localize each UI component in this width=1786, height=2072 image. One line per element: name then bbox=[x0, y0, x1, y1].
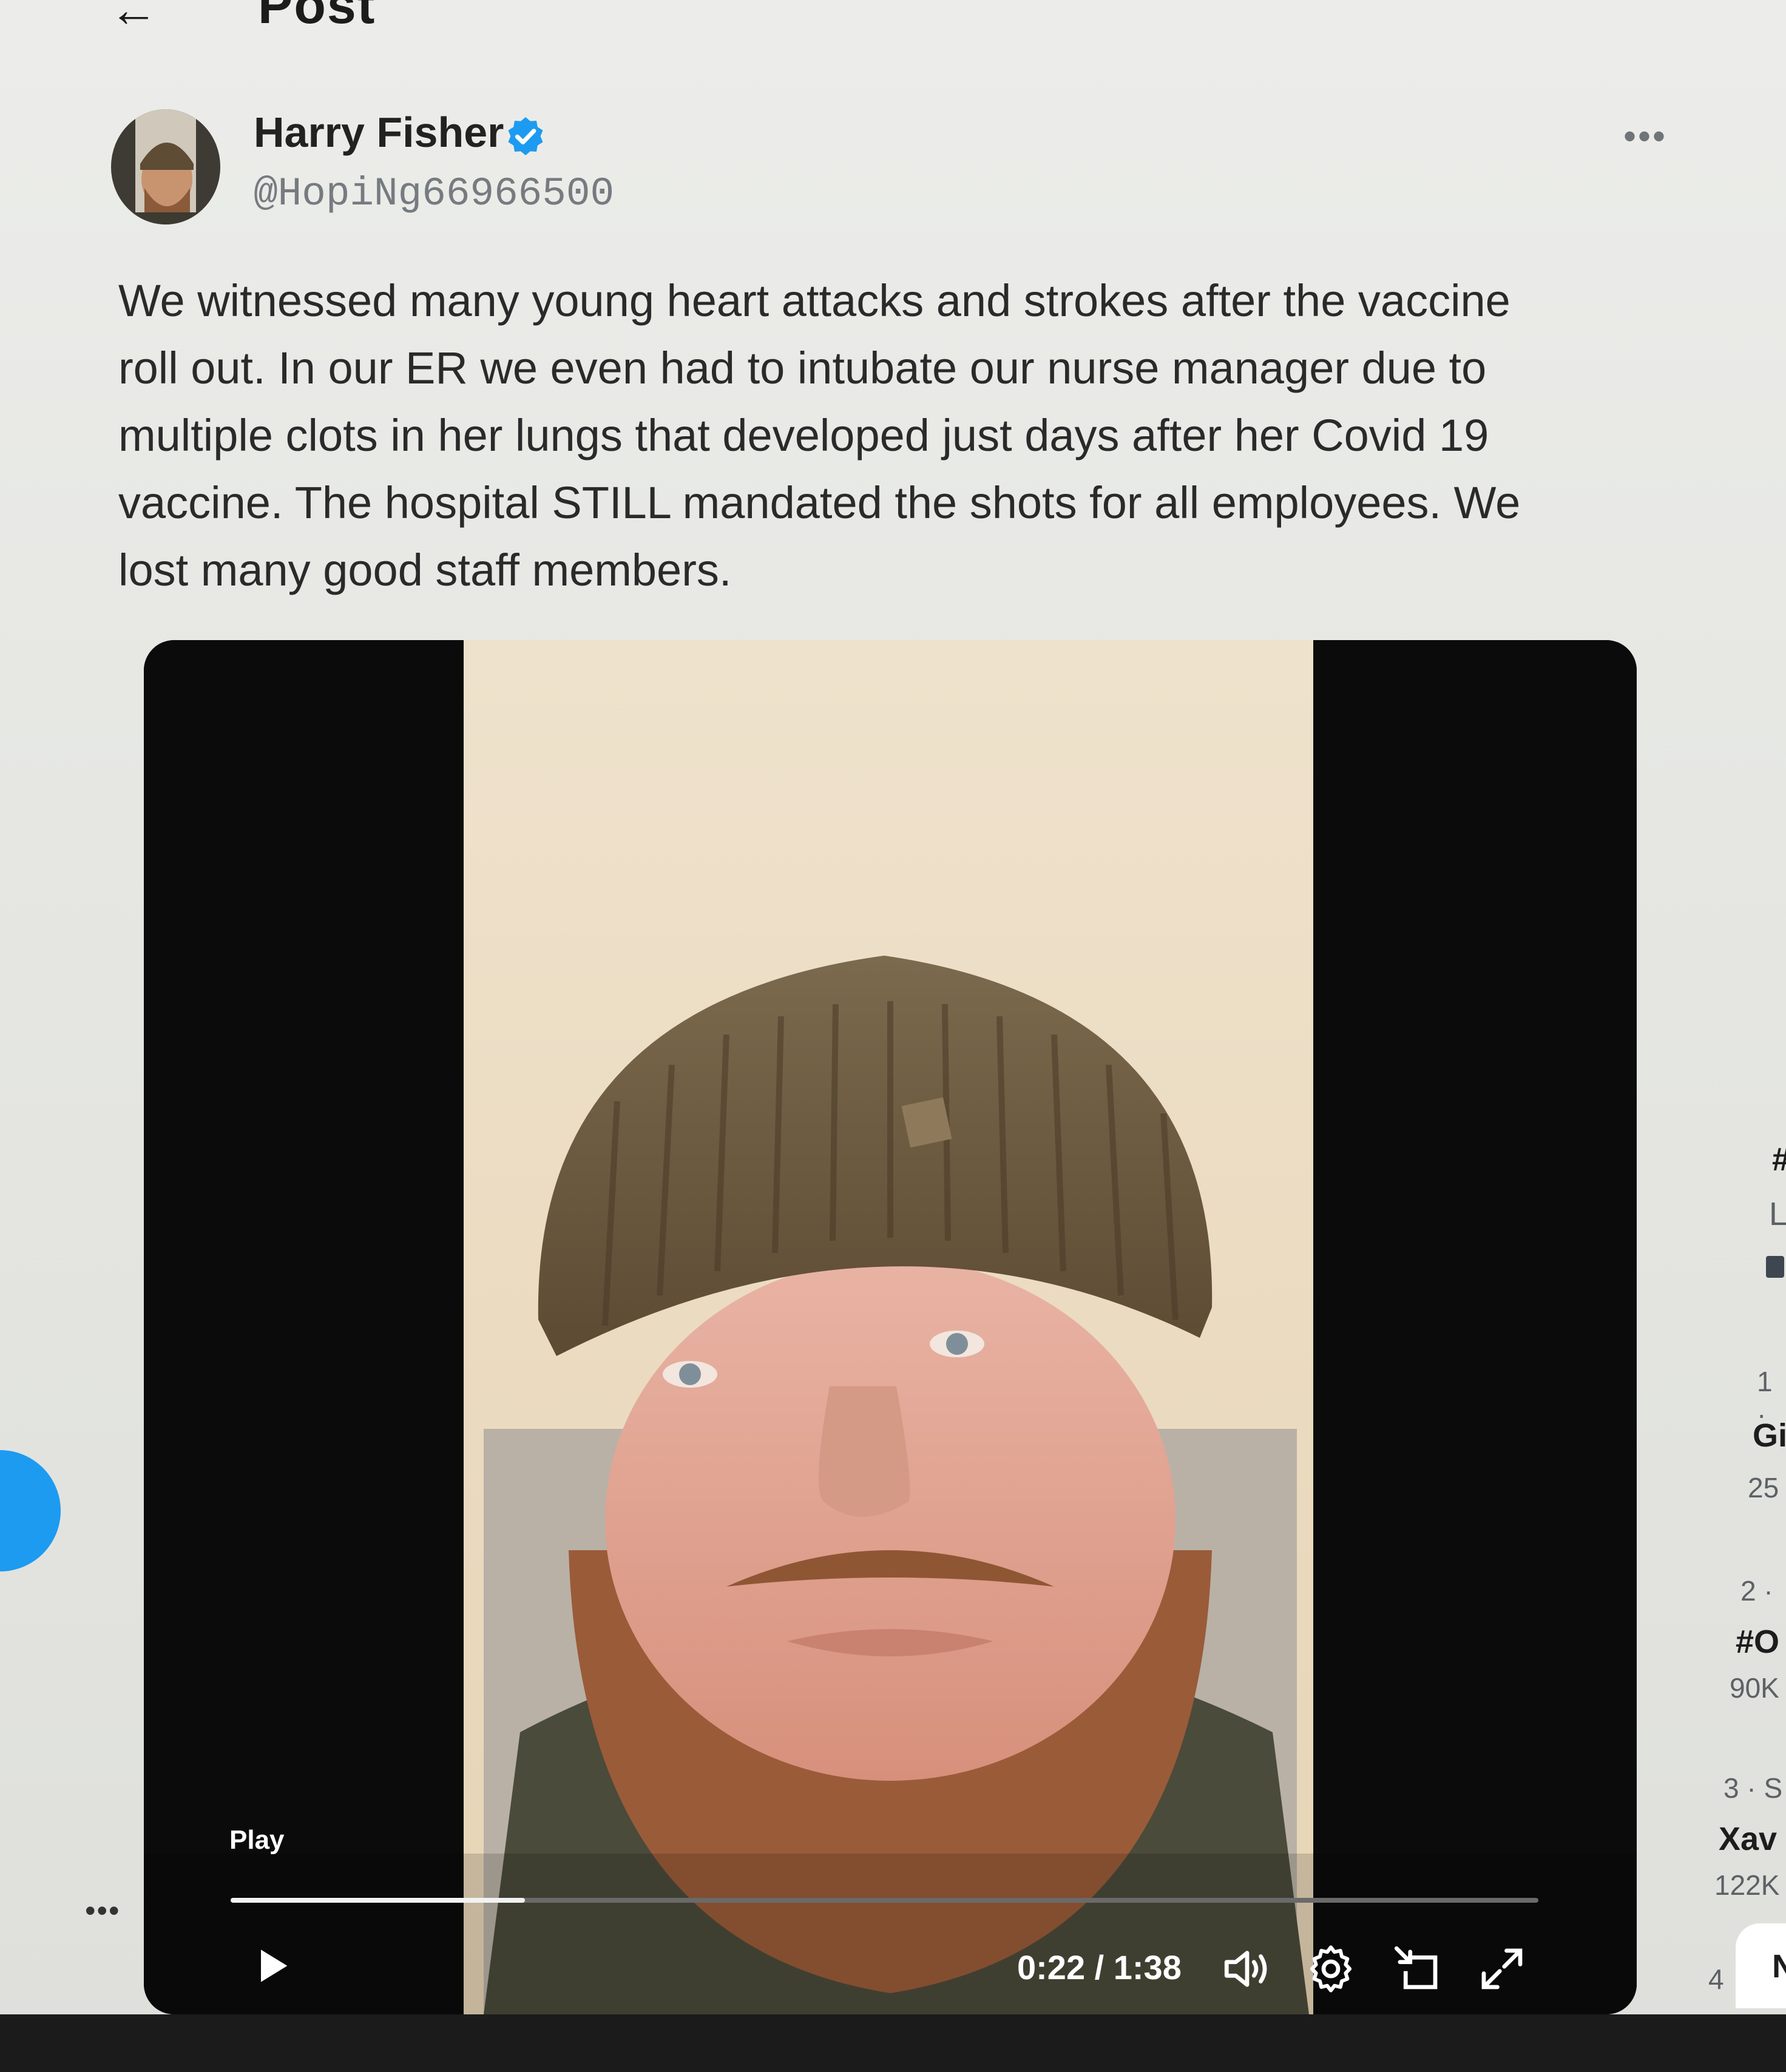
trend-rank: 2 · bbox=[1740, 1575, 1773, 1607]
video-frame bbox=[144, 640, 1637, 2014]
post-text-line: multiple clots in her lungs that develop… bbox=[118, 410, 1489, 461]
messages-drawer[interactable]: N bbox=[1736, 1923, 1786, 2008]
more-options-icon[interactable]: ••• bbox=[1623, 115, 1667, 157]
video-time: 0:22 / 1:38 bbox=[1017, 1948, 1182, 1986]
fullscreen-icon[interactable] bbox=[1475, 1942, 1529, 1996]
trend-count: 122K bbox=[1714, 1869, 1780, 1901]
page-title: Post bbox=[258, 0, 376, 35]
avatar[interactable] bbox=[111, 109, 220, 224]
verified-badge-icon bbox=[508, 117, 543, 155]
author-handle[interactable]: @HopiNg66966500 bbox=[254, 171, 614, 217]
post-text-line: vaccine. The hospital STILL mandated the… bbox=[118, 478, 1521, 528]
play-tooltip: Play bbox=[229, 1825, 285, 1855]
compose-button[interactable] bbox=[0, 1450, 61, 1571]
trend-rank: 4 bbox=[1708, 1963, 1724, 1995]
settings-gear-icon[interactable] bbox=[1304, 1942, 1358, 1996]
post-text: We witnessed many young heart attacks an… bbox=[118, 267, 1635, 604]
trend-name[interactable]: Xav bbox=[1719, 1820, 1777, 1858]
author-name[interactable]: Harry Fisher bbox=[254, 108, 504, 157]
trend-count: 90K bbox=[1730, 1672, 1779, 1704]
trend-partial-icon bbox=[1766, 1256, 1784, 1278]
trend-name[interactable]: #O bbox=[1736, 1623, 1779, 1661]
video-progress-bar[interactable] bbox=[231, 1898, 1538, 1903]
screen: ← Post Harry Fisher @HopiNg66966500 ••• … bbox=[0, 0, 1786, 2014]
trend-count: 25 bbox=[1748, 1472, 1779, 1503]
post-text-line: roll out. In our ER we even had to intub… bbox=[118, 343, 1487, 393]
picture-in-picture-icon[interactable] bbox=[1390, 1942, 1444, 1996]
trend-name[interactable]: Gi bbox=[1753, 1417, 1786, 1454]
volume-icon[interactable] bbox=[1220, 1942, 1274, 1996]
trend-rank: 3 · S bbox=[1723, 1772, 1783, 1804]
post-text-line: We witnessed many young heart attacks an… bbox=[118, 275, 1510, 326]
trend-name: N bbox=[1772, 1948, 1786, 1985]
back-arrow-icon[interactable]: ← bbox=[109, 0, 158, 38]
monitor-bezel bbox=[0, 2014, 1786, 2072]
video-player[interactable] bbox=[144, 640, 1637, 2014]
video-progress-fill bbox=[231, 1898, 525, 1903]
trend-partial-text: L bbox=[1769, 1196, 1786, 1232]
post-text-line: lost many good staff members. bbox=[118, 545, 732, 595]
play-icon[interactable] bbox=[249, 1942, 297, 1990]
trend-partial-hashtag: # bbox=[1772, 1141, 1786, 1178]
more-menu-icon[interactable]: ••• bbox=[85, 1893, 121, 1928]
